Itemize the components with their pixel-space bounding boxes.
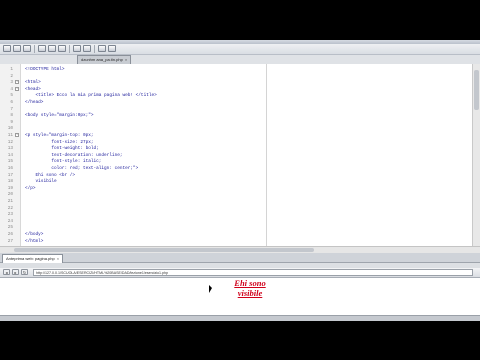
new-file-icon[interactable] [3, 45, 11, 52]
toolbar-separator [94, 45, 95, 53]
copy-icon[interactable] [48, 45, 56, 52]
vertical-scrollbar[interactable] [472, 64, 480, 246]
paste-icon[interactable] [58, 45, 66, 52]
preview-body: Ehi sono visibile [0, 278, 480, 315]
code-line[interactable]: 27 </html> [0, 238, 470, 245]
close-icon[interactable]: × [57, 256, 59, 261]
preview-text-line1: Ehi sono [234, 278, 266, 288]
toolbar-separator [69, 45, 70, 53]
undo-icon[interactable] [73, 45, 81, 52]
toolbar [0, 44, 480, 55]
preview-toolbar: ◂ ▸ ↻ http://127.0.0.1/SCUOLA/ESERCIZI/H… [0, 268, 480, 278]
code-editor[interactable]: 1 <!DOCTYPE html> 2 3- <html> 4- <head> 5 <titl… [0, 64, 480, 246]
fold-toggle-icon[interactable]: - [15, 86, 19, 91]
find-icon[interactable] [98, 45, 106, 52]
close-icon[interactable]: × [125, 57, 127, 62]
editor-tab[interactable]: dzunhm ana_pa.tin.php × [77, 55, 132, 64]
preview-paragraph: Ehi sono visibile [200, 278, 300, 298]
line-number: 27 [7, 238, 13, 244]
preview-tab[interactable]: Anteprima web: pagina.php × [2, 254, 64, 263]
mouse-cursor-icon [209, 285, 212, 293]
fold-toggle-icon[interactable]: - [15, 133, 19, 137]
preview-tab-title: Anteprima web: pagina.php [6, 256, 55, 261]
horizontal-scrollbar-thumb[interactable] [14, 248, 314, 252]
back-button[interactable]: ◂ [3, 269, 10, 275]
screen: dzunhm ana_pa.tin.php × 1 <!DOCTYPE html> 2… [0, 0, 480, 360]
preview-icon[interactable] [108, 45, 116, 52]
editor-tab-title: dzunhm ana_pa.tin.php [81, 57, 123, 62]
redo-icon[interactable] [83, 45, 91, 52]
vertical-scrollbar-thumb[interactable] [474, 70, 479, 110]
fold-toggle-icon[interactable]: - [15, 80, 19, 85]
save-icon[interactable] [23, 45, 31, 52]
code-text: </html> [25, 238, 44, 244]
status-bar [0, 315, 480, 321]
preview-tabstrip: Anteprima web: pagina.php × [0, 253, 480, 263]
refresh-button[interactable]: ↻ [21, 269, 28, 275]
toolbar-separator [34, 45, 35, 53]
preview-text-line2: visibile [237, 288, 263, 298]
open-icon[interactable] [13, 45, 21, 52]
cut-icon[interactable] [38, 45, 46, 52]
address-bar[interactable]: http://127.0.0.1/SCUOLA/ESERCIZI/HTML%20… [33, 269, 473, 276]
forward-button[interactable]: ▸ [12, 269, 19, 275]
